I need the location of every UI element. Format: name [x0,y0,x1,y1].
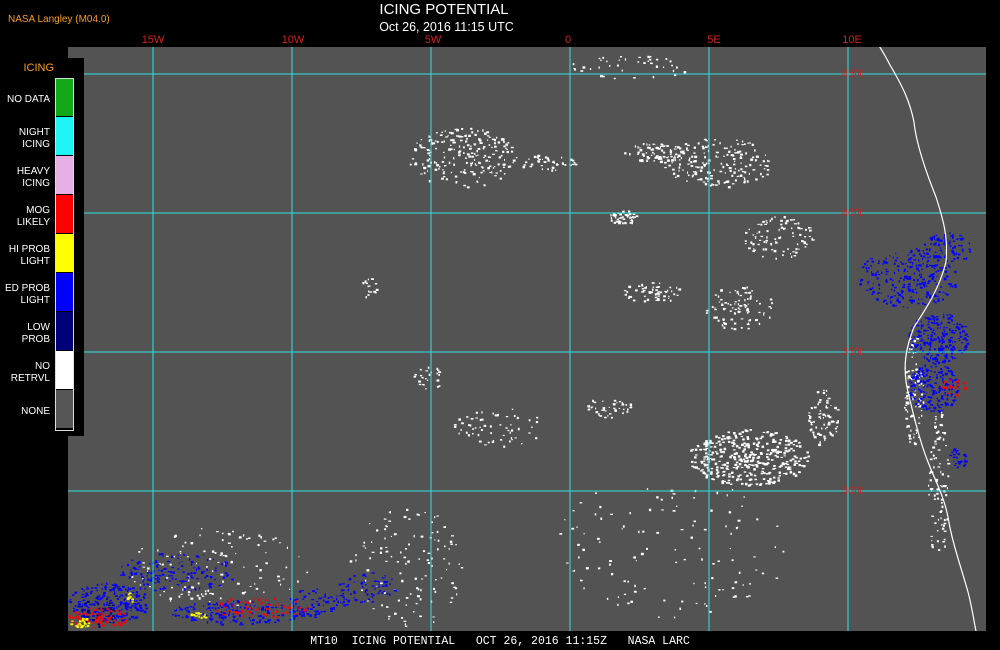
lat-lon-grid [68,47,986,631]
legend-frame [55,78,74,431]
lon-label-5w: 5W [424,34,442,46]
footer-caption: MT10 ICING POTENTIAL OCT 26, 2016 11:15Z… [310,635,690,648]
map-timestamp: Oct 26, 2016 11:15 UTC [379,20,514,34]
lon-label-10w: 10W [281,34,305,46]
legend-label-7: LOW PROB [21,322,50,345]
legend-label-1: NO DATA [7,94,50,105]
lon-label-10e: 10E [842,34,862,46]
lat-label-35n: 35N [841,346,863,358]
lon-label-15w: 15W [141,34,165,46]
legend-label-9: NONE [21,406,50,417]
legend-label-3: HEAVY ICING [16,166,50,189]
satellite-map-panel[interactable] [68,47,986,631]
lon-label-5e: 5E [707,34,721,46]
legend-label-4: MOG LIKELY [16,205,50,228]
map-title: ICING POTENTIAL [379,1,509,18]
legend-label-5: HI PROB LIGHT [8,244,50,267]
map-canvas [68,47,986,631]
lat-label-45n: 45N [841,68,863,80]
icing-pixel-layer [68,55,972,629]
legend-label-6: ED PROB LIGHT [4,283,50,306]
lon-label-0: 0 [564,34,572,46]
legend-label-2: NIGHT ICING [18,127,50,150]
coastline-iberia [879,47,977,631]
lat-label-30n: 30N [841,485,863,497]
lat-label-40n: 40N [841,207,863,219]
legend-label-8: NO RETRVL [10,361,50,384]
